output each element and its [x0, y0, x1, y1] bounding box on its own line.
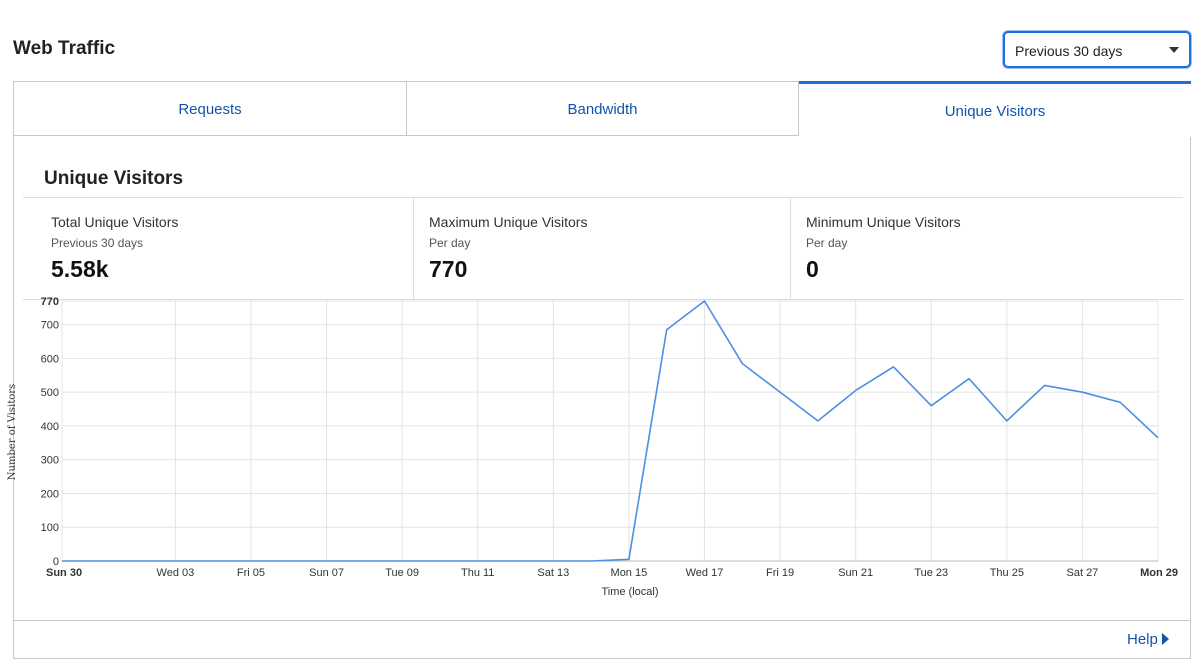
x-tick-label: Sun 21	[838, 567, 873, 579]
x-tick-label: Thu 25	[990, 567, 1024, 579]
unique-visitors-chart: 0100200300400500600700770Sun 30 Wed 03 Fri…	[7, 296, 1178, 598]
y-tick-label: 400	[41, 421, 59, 433]
help-label: Help	[1127, 631, 1158, 648]
x-tick-label: Sat 13	[537, 567, 569, 579]
y-axis-title: Number of Visitors	[7, 384, 18, 480]
y-tick-label: 100	[41, 522, 59, 534]
divider	[13, 620, 1191, 621]
x-tick-label: Sat 27	[1067, 567, 1099, 579]
y-tick-label: 700	[41, 320, 59, 332]
x-tick-label: Mon 29	[1140, 567, 1178, 579]
y-tick-label: 300	[41, 455, 59, 467]
x-tick-label: Sun 07	[309, 567, 344, 579]
x-tick-label: Wed 17	[686, 567, 724, 579]
series-line	[62, 300, 1159, 562]
y-tick-label: 770	[41, 296, 59, 308]
x-tick-label: Tue 23	[914, 567, 948, 579]
x-tick-label: Fri 19	[766, 567, 794, 579]
y-tick-label: 600	[41, 353, 59, 365]
x-axis-title: Time (local)	[601, 586, 658, 598]
caret-right-icon	[1161, 633, 1169, 645]
x-tick-label: Tue 09	[385, 567, 419, 579]
x-tick-label: Sun 30	[46, 567, 82, 579]
y-tick-label: 500	[41, 387, 59, 399]
x-tick-label: Mon 15	[611, 567, 648, 579]
y-tick-label: 200	[41, 488, 59, 500]
x-tick-label: Wed 03	[157, 567, 195, 579]
help-link[interactable]: Help	[1127, 631, 1169, 648]
x-tick-label: Fri 05	[237, 567, 265, 579]
x-tick-label: Thu 11	[461, 567, 494, 579]
